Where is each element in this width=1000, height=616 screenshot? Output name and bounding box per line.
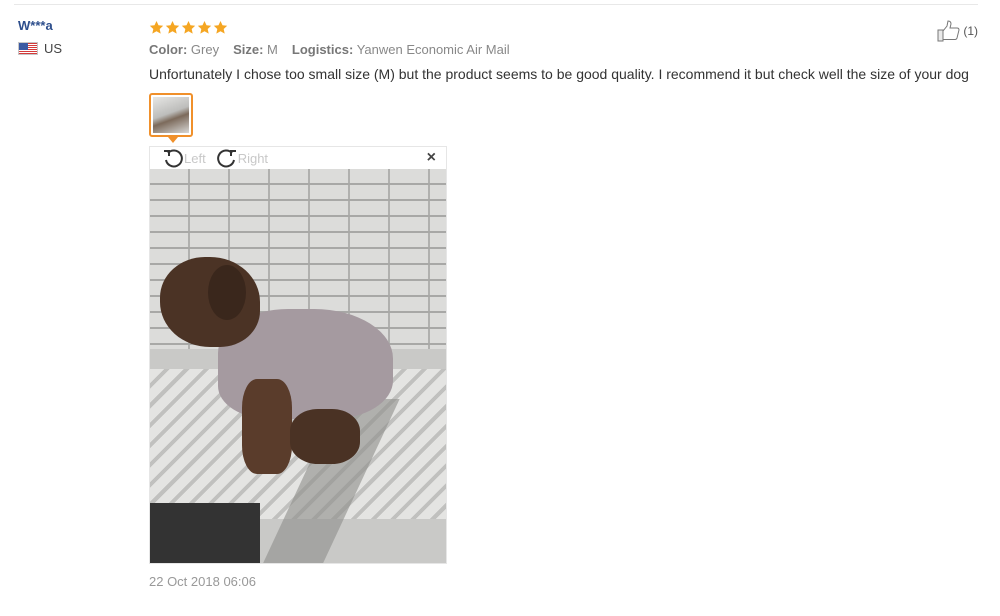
star-icon [213,20,228,35]
meta-logistics: Logistics: Yanwen Economic Air Mail [292,42,510,57]
country-code: US [44,41,63,56]
size-value: M [267,42,278,57]
reviewer-info: W***a US [18,18,128,56]
star-icon [197,20,212,35]
photo-shadow [150,503,260,563]
size-label: Size: [233,42,264,57]
thumbnail-caret-icon [168,137,178,143]
photo-viewer: Left Right × [149,146,447,564]
review-text: Unfortunately I chose too small size (M)… [149,66,969,82]
review-meta: Color: Grey Size: M Logistics: Yanwen Ec… [149,42,979,57]
reviewer-country: US [18,41,128,56]
star-rating [149,18,979,36]
star-icon [165,20,180,35]
us-flag-icon [18,42,38,55]
star-icon [181,20,196,35]
photo-viewer-toolbar: Left Right × [150,147,446,169]
color-label: Color: [149,42,188,57]
review-timestamp: 22 Oct 2018 06:06 [149,574,256,589]
rotate-right-label: Right [237,150,269,166]
meta-color: Color: Grey [149,42,219,57]
review-photo [150,169,446,563]
photo-dog-hind [290,409,360,464]
review-content: Color: Grey Size: M Logistics: Yanwen Ec… [149,18,979,589]
rotate-right-button[interactable]: Right [216,147,268,169]
logistics-value: Yanwen Economic Air Mail [356,42,510,57]
close-viewer-button[interactable]: × [427,149,436,167]
rotate-left-icon [164,149,183,168]
meta-size: Size: M [233,42,278,57]
star-icon [149,20,164,35]
photo-dog-ear [208,265,246,320]
top-divider [14,4,978,5]
rotate-left-button[interactable]: Left [162,147,206,169]
reviewer-name[interactable]: W***a [18,18,128,33]
review-photo-thumbnail[interactable] [149,93,193,143]
logistics-label: Logistics: [291,42,354,57]
rotate-right-icon [216,149,236,168]
rotate-left-label: Left [184,150,206,166]
photo-dog-leg [242,379,292,474]
color-value: Grey [190,42,220,57]
thumbnail-image [153,97,189,133]
